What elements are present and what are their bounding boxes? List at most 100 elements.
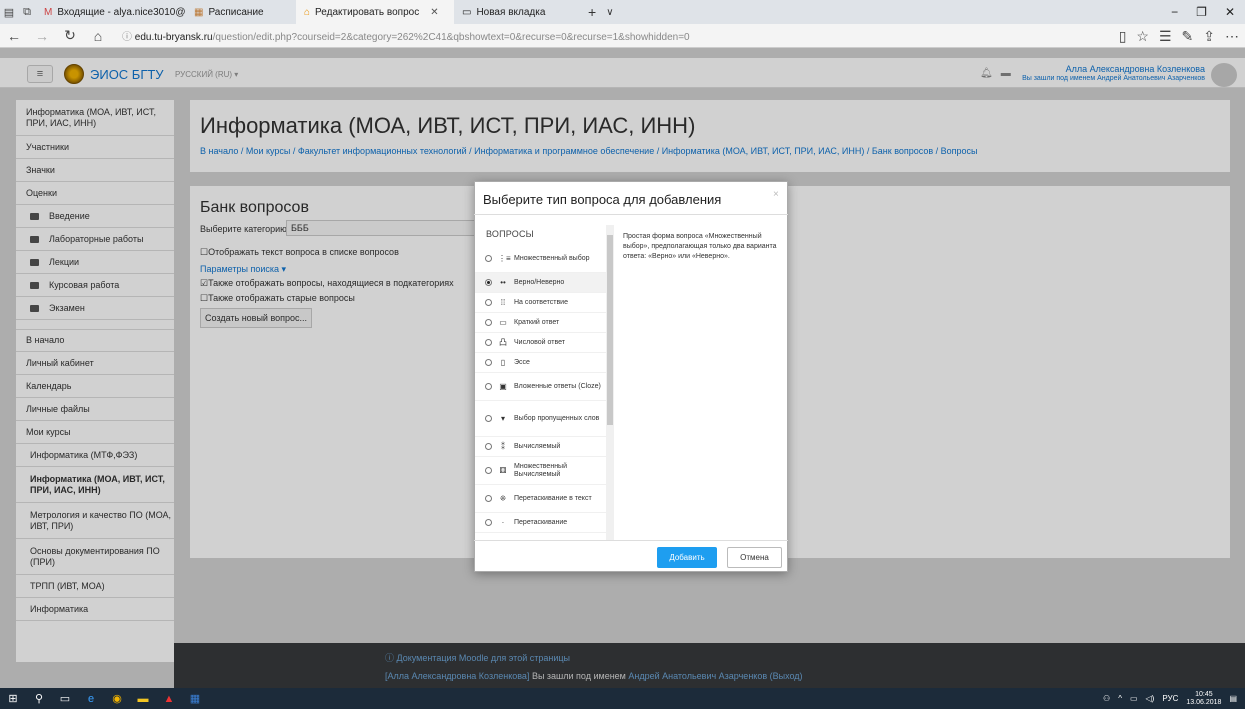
question-type-label: На соответствие: [514, 298, 568, 306]
reading-view-icon[interactable]: ▯: [1119, 28, 1127, 45]
windows-taskbar: ⊞ ⚲ ▭ e ◉ ▬ ▲ ▦: [0, 688, 1245, 709]
edge-browser-icon[interactable]: e: [78, 688, 104, 709]
question-type-option[interactable]: ⋮≡ Множественный выбор: [475, 245, 607, 273]
mail-icon: M: [44, 6, 53, 18]
clock[interactable]: 10:45 13.06.2018: [1186, 691, 1221, 707]
question-type-option[interactable]: ▭ Краткий ответ: [475, 313, 607, 333]
browser-tab-bar: ▤ ⧉ M Входящие - alya.nice3010@ ▦ Расписан…: [0, 0, 1245, 24]
question-type-label: Множественный выбор: [514, 254, 590, 262]
browser-tab-new[interactable]: ▭ Новая вкладка: [454, 0, 570, 24]
cancel-button[interactable]: Отмена: [727, 547, 782, 568]
radio-button[interactable]: [485, 279, 492, 286]
question-type-label: Эссе: [514, 358, 530, 366]
tray-chevron-icon[interactable]: ^: [1118, 694, 1122, 703]
question-type-option[interactable]: · Перетаскивание: [475, 513, 607, 533]
question-type-option[interactable]: ▯ Эссе: [475, 353, 607, 373]
browser-tab-mail[interactable]: M Входящие - alya.nice3010@: [36, 0, 186, 24]
input-language[interactable]: РУС: [1162, 694, 1178, 703]
chrome-icon[interactable]: ◉: [104, 688, 130, 709]
radio-button[interactable]: [485, 383, 492, 390]
dialog-title: Выберите тип вопроса для добавления: [483, 192, 722, 207]
tab-list-chevron-icon[interactable]: ∨: [606, 7, 613, 18]
back-arrow-icon[interactable]: ←: [0, 28, 28, 44]
radio-button[interactable]: [485, 299, 492, 306]
people-icon[interactable]: ⚇: [1103, 694, 1110, 703]
share-icon[interactable]: ⇪: [1203, 28, 1215, 45]
radio-button[interactable]: [485, 495, 492, 502]
search-icon[interactable]: ⚲: [26, 688, 52, 709]
moodle-icon: ⌂: [304, 6, 311, 18]
question-type-label: Выбор пропущенных слов: [514, 414, 600, 422]
tab-preview-icon[interactable]: ⧉: [18, 6, 36, 19]
window-controls: − ❐ ✕: [1171, 0, 1245, 24]
question-type-icon: ▭: [499, 317, 507, 327]
question-type-icon: 凸: [499, 337, 507, 347]
question-type-icon: ·: [501, 517, 505, 527]
restore-icon[interactable]: ❐: [1196, 5, 1207, 19]
newtab-icon: ▭: [462, 6, 472, 18]
favorites-list-icon[interactable]: ☰: [1159, 28, 1172, 45]
radio-button[interactable]: [485, 339, 492, 346]
browser-toolbar: ▯ ☆ ☰ ✎ ⇪ ⋯: [1119, 24, 1245, 48]
forward-arrow-icon[interactable]: →: [28, 28, 56, 44]
question-type-label: Множественный Вычисляемый: [514, 462, 567, 478]
question-type-option[interactable]: •• Верно/Неверно: [475, 273, 607, 293]
home-icon[interactable]: ⌂: [84, 28, 112, 44]
browser-tab-edit-question[interactable]: ⌂ Редактировать вопрос ✕: [296, 0, 454, 24]
question-type-icon: ⋮≡: [498, 253, 511, 263]
question-type-label: Вложенные ответы (Cloze): [514, 382, 601, 390]
close-tab-icon[interactable]: ✕: [430, 7, 438, 18]
dialog-divider: [474, 540, 788, 541]
more-icon[interactable]: ⋯: [1225, 28, 1239, 45]
notifications-icon[interactable]: ▤: [1229, 694, 1237, 703]
question-type-icon: ⚅: [499, 465, 507, 475]
pen-icon[interactable]: ✎: [1182, 28, 1194, 45]
question-type-icon: ⁜: [499, 493, 507, 503]
info-icon: ⓘ: [122, 32, 135, 43]
question-type-icon: ⁞⁞: [500, 297, 506, 307]
pdf-reader-icon[interactable]: ▲: [156, 688, 182, 709]
new-tab-plus-icon[interactable]: +: [588, 4, 596, 20]
tab-set-aside-icon[interactable]: ▤: [0, 6, 18, 19]
window-close-icon[interactable]: ✕: [1225, 5, 1235, 19]
task-view-icon[interactable]: ▭: [52, 688, 78, 709]
url-field[interactable]: ⓘ edu.tu-bryansk.ru/question/edit.php?co…: [122, 28, 690, 43]
word-icon[interactable]: ▦: [182, 688, 208, 709]
question-type-option[interactable]: 凸 Числовой ответ: [475, 333, 607, 353]
question-type-list[interactable]: ⋮≡ Множественный выбор •• Верно/Неверно ⁞⁞ На…: [475, 245, 607, 540]
list-scrollbar-thumb[interactable]: [607, 235, 613, 425]
favorite-star-icon[interactable]: ☆: [1136, 28, 1149, 45]
network-icon[interactable]: ▭: [1130, 694, 1138, 703]
system-tray: ⚇ ^ ▭ ◁) РУС 10:45 13.06.2018 ▤: [1103, 688, 1245, 709]
question-type-icon: ▾: [500, 413, 505, 423]
add-button[interactable]: Добавить: [657, 547, 717, 568]
question-type-option[interactable]: ⁑ Вычисляемый: [475, 437, 607, 457]
question-type-option[interactable]: ⁞⁞ На соответствие: [475, 293, 607, 313]
question-type-description: Простая форма вопроса «Множественный выб…: [623, 233, 777, 260]
browser-tab-schedule[interactable]: ▦ Расписание: [186, 0, 296, 24]
question-types-header: ВОПРОСЫ: [486, 229, 534, 239]
file-explorer-icon[interactable]: ▬: [130, 688, 156, 709]
question-type-option[interactable]: ▣ Вложенные ответы (Cloze): [475, 373, 607, 401]
question-type-option[interactable]: ▾ Выбор пропущенных слов: [475, 401, 607, 437]
radio-button[interactable]: [485, 443, 492, 450]
radio-button[interactable]: [485, 359, 492, 366]
minimize-icon[interactable]: −: [1171, 5, 1178, 19]
start-windows-icon[interactable]: ⊞: [0, 688, 26, 709]
dialog-divider: [474, 214, 788, 215]
radio-button[interactable]: [485, 519, 492, 526]
address-bar: ← → ↻ ⌂ ⓘ edu.tu-bryansk.ru/question/edi…: [0, 24, 1245, 48]
radio-button[interactable]: [485, 255, 492, 262]
close-icon[interactable]: ×: [773, 189, 779, 200]
question-type-label: Краткий ответ: [514, 318, 560, 326]
volume-icon[interactable]: ◁): [1146, 694, 1155, 703]
radio-button[interactable]: [485, 415, 492, 422]
question-type-icon: ▣: [499, 381, 507, 391]
question-type-label: Числовой ответ: [514, 338, 565, 346]
question-type-option[interactable]: ⁜ Перетаскивание в текст: [475, 485, 607, 513]
question-type-label: Перетаскивание: [514, 518, 568, 526]
refresh-icon[interactable]: ↻: [56, 27, 84, 44]
radio-button[interactable]: [485, 319, 492, 326]
radio-button[interactable]: [485, 467, 492, 474]
question-type-option[interactable]: ⚅ Множественный Вычисляемый: [475, 457, 607, 485]
